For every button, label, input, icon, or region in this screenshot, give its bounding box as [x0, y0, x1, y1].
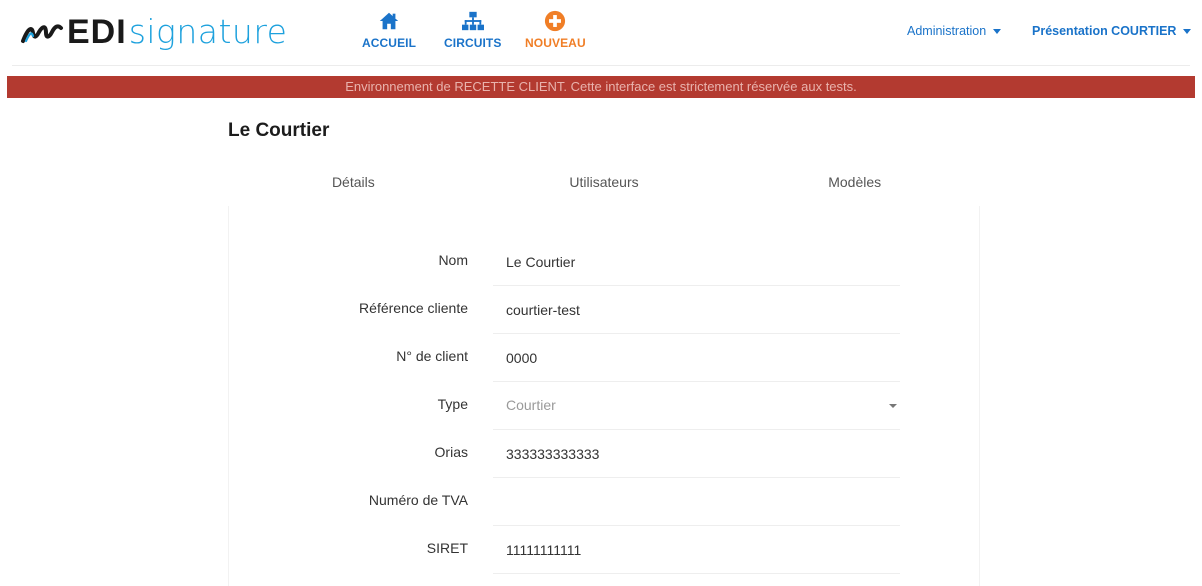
tva-input[interactable]	[493, 478, 900, 526]
caret-down-icon	[993, 28, 1002, 34]
tab-modeles[interactable]: Modèles	[729, 162, 980, 206]
administration-menu[interactable]: Administration	[907, 24, 1002, 38]
logo-wave-icon	[21, 24, 63, 43]
chevron-down-icon	[889, 404, 897, 408]
plus-circle-icon	[545, 10, 566, 32]
user-menu[interactable]: Présentation COURTIER	[1032, 24, 1192, 38]
siret-label: SIRET	[426, 540, 468, 556]
page-title: Le Courtier	[228, 120, 330, 141]
numero-client-label: N° de client	[396, 348, 468, 364]
form-row-orias: Orias	[228, 430, 900, 478]
brand-signature-text: signature	[128, 12, 288, 51]
orias-input[interactable]	[493, 430, 900, 478]
reference-label: Référence cliente	[359, 300, 468, 316]
tab-details[interactable]: Détails	[228, 162, 479, 206]
type-label: Type	[437, 396, 468, 412]
home-icon	[379, 12, 399, 30]
nom-label: Nom	[438, 252, 468, 268]
nav-accueil-label: ACCUEIL	[362, 36, 417, 50]
form-row-tva: Numéro de TVA	[228, 478, 900, 526]
orias-label: Orias	[434, 444, 468, 460]
environment-banner: Environnement de RECETTE CLIENT. Cette i…	[7, 76, 1195, 98]
type-select-value: Courtier	[506, 397, 556, 413]
nav-nouveau-label: NOUVEAU	[525, 36, 586, 50]
tab-utilisateurs[interactable]: Utilisateurs	[479, 162, 730, 206]
nav-circuits-button[interactable]: CIRCUITS	[444, 10, 501, 50]
nav-accueil-button[interactable]: ACCUEIL	[362, 10, 416, 50]
form-row-siret: SIRET	[228, 526, 900, 574]
form-row-nom: Nom	[228, 238, 900, 286]
sitemap-icon	[461, 11, 484, 31]
form-row-numero-client: N° de client	[228, 334, 900, 382]
reference-input[interactable]	[493, 286, 900, 334]
tab-bar: Détails Utilisateurs Modèles	[228, 162, 980, 206]
siret-input[interactable]	[493, 526, 900, 574]
nav-circuits-label: CIRCUITS	[444, 36, 502, 50]
numero-client-input[interactable]	[493, 334, 900, 382]
navbar-divider	[12, 65, 1190, 66]
form-row-reference: Référence cliente	[228, 286, 900, 334]
administration-menu-label: Administration	[907, 24, 987, 38]
brand-edi-text: EDI	[67, 13, 127, 51]
user-menu-label: Présentation COURTIER	[1032, 24, 1177, 38]
nav-nouveau-button[interactable]: NOUVEAU	[525, 10, 586, 50]
caret-down-icon	[1183, 28, 1192, 34]
brand-logo[interactable]: EDI signature	[20, 12, 288, 52]
nom-input[interactable]	[493, 238, 900, 286]
form-row-type: Type Courtier	[228, 382, 900, 430]
tva-label: Numéro de TVA	[368, 492, 468, 508]
top-navbar: EDI signature ACCUEIL CIRCUITS NOUVEAU A…	[0, 0, 1202, 66]
type-select[interactable]: Courtier	[493, 382, 900, 430]
